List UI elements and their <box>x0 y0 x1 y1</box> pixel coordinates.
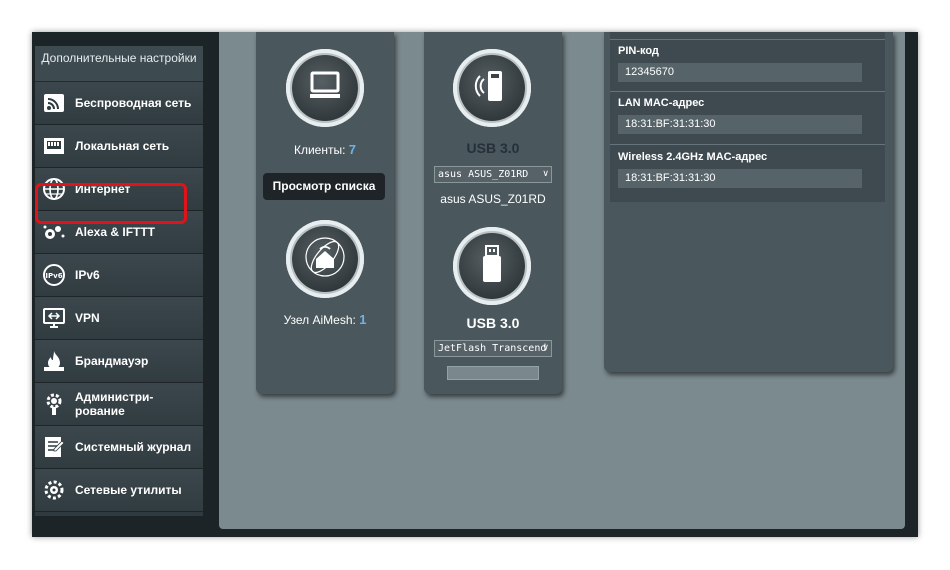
aimesh-count: 1 <box>359 312 367 327</box>
monitor-icon <box>309 71 341 106</box>
sidebar-item-label: Локальная сеть <box>75 139 170 153</box>
usb-phone-icon <box>472 66 512 111</box>
usb-2-title: USB 3.0 <box>466 315 520 331</box>
wireless-icon <box>41 90 67 116</box>
alexa-icon <box>41 219 67 245</box>
clients-label: Клиенты: <box>293 143 346 157</box>
sidebar-item-lan[interactable]: Локальная сеть <box>35 125 203 168</box>
sidebar-item-label: Беспроводная сеть <box>75 96 192 110</box>
usb-2-device-select[interactable]: JetFlash Transcend ∨ <box>434 340 552 357</box>
clients-row: Клиенты: 7 <box>256 142 394 157</box>
wifi-mac-row: Wireless 2.4GHz MAC-адрес 18:31:BF:31:31… <box>618 151 874 188</box>
sidebar-item-alexa[interactable]: Alexa & IFTTT <box>35 211 203 254</box>
gear-icon <box>41 391 67 417</box>
sidebar-item-label: Интернет <box>75 182 131 196</box>
usb-1-device-name: asus ASUS_Z01RD <box>440 192 546 206</box>
aimesh-row: Узел AiMesh: 1 <box>256 312 394 327</box>
chevron-down-icon: ∨ <box>542 343 549 353</box>
sidebar: Дополнительные настройки Беспроводная се… <box>35 46 203 516</box>
sidebar-item-network-tools[interactable]: Сетевые утилиты <box>35 469 203 512</box>
globe-icon <box>41 176 67 202</box>
sidebar-item-vpn[interactable]: VPN <box>35 297 203 340</box>
aimesh-node-icon <box>303 235 347 284</box>
aimesh-label: Узел AiMesh: <box>283 313 356 327</box>
firewall-icon <box>41 348 67 374</box>
lan-mac-label: LAN MAC-адрес <box>618 97 705 109</box>
ipv6-icon: IPv6 <box>41 262 67 288</box>
wifi-mac-value: 18:31:BF:31:31:30 <box>618 169 862 188</box>
sidebar-item-wireless[interactable]: Беспроводная сеть <box>35 82 203 125</box>
usb-2-select-value: JetFlash Transcend <box>438 343 547 354</box>
wifi-mac-label: Wireless 2.4GHz MAC-адрес <box>618 151 768 163</box>
clients-button[interactable] <box>286 49 364 127</box>
usb-1-title: USB 3.0 <box>466 140 520 156</box>
usb-1-select-value: asus ASUS_Z01RD <box>438 169 529 180</box>
divider <box>610 91 885 92</box>
lan-mac-value: 18:31:BF:31:31:30 <box>618 115 862 134</box>
sidebar-item-label: Сетевые утилиты <box>75 483 182 497</box>
divider <box>610 39 885 40</box>
usb-1-device-select[interactable]: asus ASUS_Z01RD ∨ <box>434 166 552 183</box>
svg-text:IPv6: IPv6 <box>45 272 62 280</box>
pin-row: PIN-код 12345670 <box>618 45 874 82</box>
chevron-down-icon: ∨ <box>542 169 549 179</box>
view-list-button[interactable]: Просмотр списка <box>263 173 385 200</box>
sidebar-item-label: IPv6 <box>75 268 100 282</box>
usb-2-button[interactable] <box>453 227 531 305</box>
pin-label: PIN-код <box>618 45 659 57</box>
aimesh-button[interactable] <box>286 220 364 298</box>
sidebar-item-syslog[interactable]: Системный журнал <box>35 426 203 469</box>
sidebar-item-label: VPN <box>75 311 100 325</box>
system-info-card: PIN-код 12345670 LAN MAC-адрес 18:31:BF:… <box>604 32 893 372</box>
vpn-icon <box>41 305 67 331</box>
sidebar-item-ipv6[interactable]: IPv6 IPv6 <box>35 254 203 297</box>
sidebar-item-firewall[interactable]: Брандмауэр <box>35 340 203 383</box>
tools-icon <box>41 477 67 503</box>
sidebar-header: Дополнительные настройки <box>35 46 203 82</box>
info-table: PIN-код 12345670 LAN MAC-адрес 18:31:BF:… <box>610 32 885 202</box>
lan-mac-row: LAN MAC-адрес 18:31:BF:31:31:30 <box>618 97 874 134</box>
clients-card: Клиенты: 7 Просмотр списка Узел AiMesh: … <box>256 32 394 394</box>
divider <box>610 144 885 145</box>
usb-stick-icon <box>477 244 507 289</box>
sidebar-item-label: Alexa & IFTTT <box>75 225 156 239</box>
sidebar-item-label: Администри- рование <box>75 390 154 418</box>
sidebar-item-administration[interactable]: Администри- рование <box>35 383 203 426</box>
usb-card: USB 3.0 asus ASUS_Z01RD ∨ asus ASUS_Z01R… <box>424 32 562 394</box>
usb-1-button[interactable] <box>453 49 531 127</box>
lan-icon <box>41 133 67 159</box>
router-admin-window: Дополнительные настройки Беспроводная се… <box>32 32 918 537</box>
sidebar-item-label: Системный журнал <box>75 440 192 454</box>
usb-2-progress-bar <box>447 366 539 380</box>
pin-value: 12345670 <box>618 63 862 82</box>
log-icon <box>41 434 67 460</box>
main-panel: Клиенты: 7 Просмотр списка Узел AiMesh: … <box>219 32 905 529</box>
clients-count: 7 <box>348 142 357 157</box>
sidebar-item-label: Брандмауэр <box>75 354 149 368</box>
sidebar-item-internet[interactable]: Интернет <box>35 168 203 211</box>
